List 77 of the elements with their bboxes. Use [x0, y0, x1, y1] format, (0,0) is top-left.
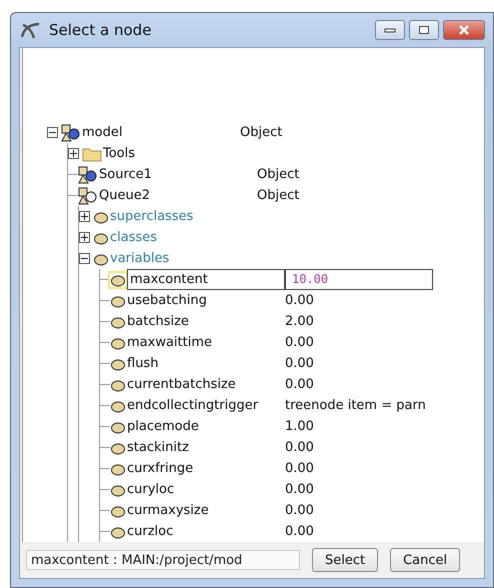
node-value: 0.00	[285, 482, 314, 497]
node-label[interactable]: maxwaittime	[127, 335, 285, 350]
node-label[interactable]: Queue2	[99, 188, 257, 203]
node-label[interactable]: curyloc	[127, 482, 285, 497]
path-field[interactable]: maxcontent : MAIN:/project/mod	[26, 550, 300, 570]
object-icon	[61, 124, 81, 142]
circle-icon	[110, 440, 126, 454]
folder-icon	[82, 146, 102, 162]
object-icon	[78, 186, 98, 204]
node-label[interactable]: usebatching	[127, 293, 285, 308]
value-field[interactable]: 10.00	[285, 269, 433, 290]
circle-icon	[110, 420, 126, 434]
circle-icon	[93, 230, 109, 244]
circle-icon	[93, 210, 109, 224]
node-value: 0.00	[285, 524, 314, 539]
circle-icon	[110, 378, 126, 392]
circle-icon	[110, 504, 126, 518]
circle-icon	[110, 524, 126, 538]
expand-toggle[interactable]	[79, 211, 90, 222]
node-label[interactable]: variables	[110, 251, 268, 266]
node-value: Object	[257, 167, 300, 182]
node-label[interactable]: curzloc	[127, 524, 285, 539]
select-button[interactable]: Select	[312, 548, 378, 572]
object-icon	[78, 166, 98, 184]
node-label[interactable]: Source1	[99, 167, 257, 182]
node-label[interactable]: endcollectingtrigger	[127, 398, 285, 413]
expand-toggle[interactable]	[68, 148, 79, 159]
circle-icon	[93, 252, 109, 266]
circle-icon	[110, 336, 126, 350]
node-value: 0.00	[285, 503, 314, 518]
node-value: 0.00	[285, 377, 314, 392]
node-label[interactable]: classes	[110, 230, 268, 245]
window-title: Select a node	[49, 21, 152, 39]
node-value: 1.00	[285, 419, 314, 434]
cancel-button[interactable]: Cancel	[390, 548, 460, 572]
node-label[interactable]: superclasses	[110, 209, 268, 224]
circle-icon	[110, 294, 126, 308]
circle-icon	[110, 272, 126, 286]
node-label[interactable]: placemode	[127, 419, 285, 434]
circle-icon	[110, 462, 126, 476]
collapse-toggle[interactable]	[47, 127, 58, 138]
close-icon	[458, 25, 470, 35]
node-label[interactable]: batchsize	[127, 314, 285, 329]
node-label[interactable]: currentbatchsize	[127, 377, 285, 392]
circle-icon	[110, 482, 126, 496]
node-value: 2.00	[285, 314, 314, 329]
maximize-icon	[418, 25, 430, 35]
circle-icon	[110, 356, 126, 370]
node-label[interactable]: maxcontent	[127, 269, 285, 290]
node-value: treenode item = parn	[285, 398, 426, 413]
close-button[interactable]	[443, 20, 485, 40]
app-icon	[19, 21, 41, 39]
minus-icon	[49, 129, 56, 136]
minus-icon	[81, 255, 88, 262]
node-value: Object	[240, 125, 282, 140]
expand-toggle[interactable]	[79, 232, 90, 243]
node-value: Object	[257, 188, 300, 203]
circle-icon	[110, 398, 126, 412]
plus-icon	[81, 234, 88, 241]
node-label[interactable]: curmaxysize	[127, 503, 285, 518]
maximize-button[interactable]	[409, 20, 439, 40]
plus-icon	[70, 150, 77, 157]
node-label[interactable]: stackinitz	[127, 440, 285, 455]
minimize-icon	[384, 27, 396, 33]
node-label[interactable]: flush	[127, 356, 285, 371]
plus-icon	[81, 213, 88, 220]
node-label[interactable]: curxfringe	[127, 461, 285, 476]
node-label[interactable]: Tools	[103, 146, 261, 161]
node-value: 0.00	[285, 293, 314, 308]
node-value: 0.00	[285, 356, 314, 371]
collapse-toggle[interactable]	[79, 253, 90, 264]
node-value: 0.00	[285, 335, 314, 350]
node-value: 0.00	[285, 461, 314, 476]
minimize-button[interactable]	[375, 20, 405, 40]
circle-icon	[110, 314, 126, 328]
node-label[interactable]: model	[82, 125, 240, 140]
node-value: 0.00	[285, 440, 314, 455]
